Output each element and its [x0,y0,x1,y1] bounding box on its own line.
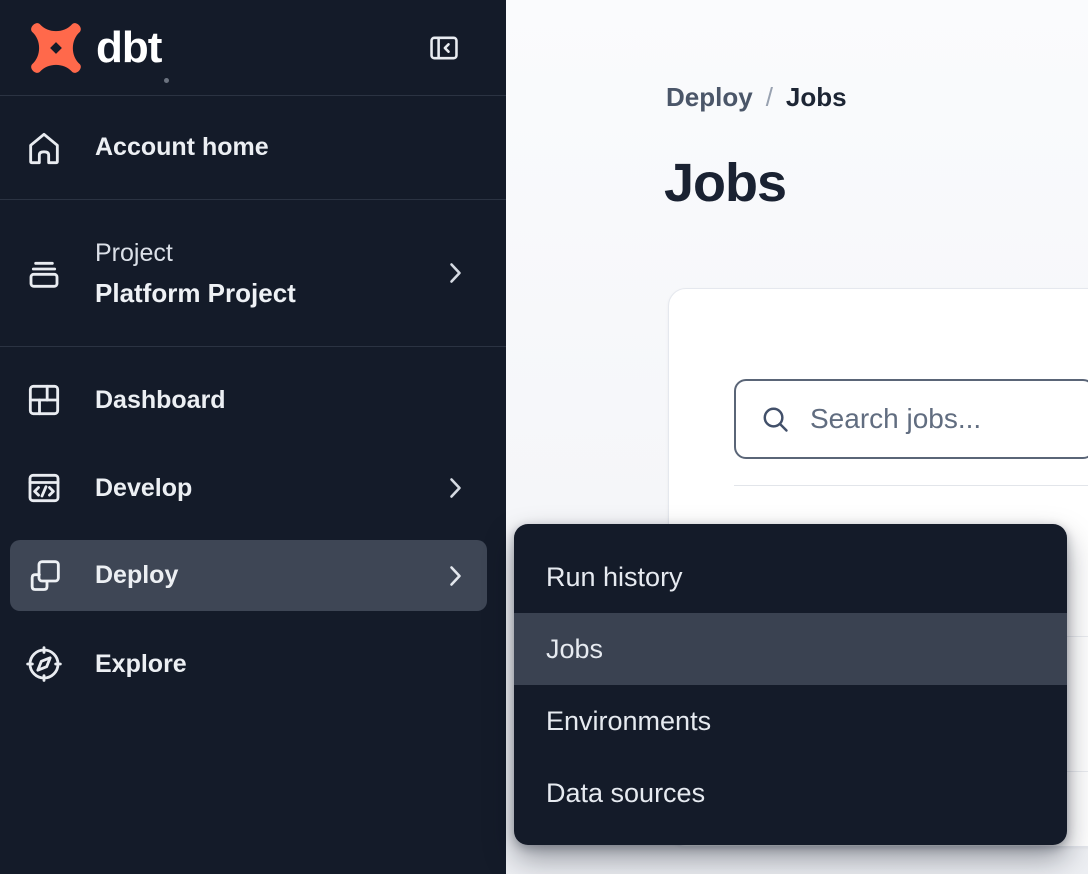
chevron-right-icon [449,477,462,499]
overlapping-squares-icon [24,556,64,596]
submenu-item-data-sources[interactable]: Data sources [514,757,1067,829]
logo-wordmark: dbt [96,26,161,70]
breadcrumb-separator: / [766,82,773,113]
table-top-divider [734,485,1088,486]
search-icon [760,404,791,435]
dashboard-grid-icon [24,380,64,420]
sidebar: dbt Account home Project Platform Projec… [0,0,506,874]
code-window-icon [24,468,64,508]
sidebar-item-label: Deploy [95,561,178,590]
page-title: Jobs [664,152,786,214]
submenu-item-environments[interactable]: Environments [514,685,1067,757]
submenu-item-jobs[interactable]: Jobs [514,613,1067,685]
sidebar-item-develop[interactable]: Develop [0,448,506,528]
breadcrumb: Deploy / Jobs [666,82,847,113]
search-jobs-container [734,379,1088,459]
chevron-right-icon [449,262,462,284]
project-text: Project Platform Project [95,233,296,313]
submenu-item-run-history[interactable]: Run history [514,541,1067,613]
sidebar-item-label: Account home [95,133,269,162]
dbt-logo-icon[interactable] [27,19,85,77]
project-name: Platform Project [95,273,296,313]
sidebar-item-label: Dashboard [95,386,226,415]
breadcrumb-current-jobs: Jobs [786,82,847,113]
home-icon [24,128,64,168]
sidebar-item-deploy[interactable]: Deploy [10,540,487,611]
logo-trademark-dot [164,78,169,83]
sidebar-header: dbt [0,0,506,96]
sidebar-item-account-home[interactable]: Account home [0,96,506,200]
compass-icon [24,644,64,684]
chevron-right-icon [449,565,462,587]
breadcrumb-deploy-link[interactable]: Deploy [666,82,753,113]
sidebar-item-explore[interactable]: Explore [0,624,506,704]
project-tray-icon [24,253,64,293]
sidebar-item-label: Develop [95,474,192,503]
collapse-sidebar-icon[interactable] [426,31,462,65]
deploy-submenu: Run history Jobs Environments Data sourc… [514,524,1067,845]
project-label: Project [95,233,296,273]
main-content: Deploy / Jobs Jobs Run history Jobs Envi… [506,0,1088,874]
sidebar-item-dashboard[interactable]: Dashboard [0,360,506,440]
sidebar-item-label: Explore [95,650,187,679]
search-jobs-input[interactable] [808,402,1088,436]
sidebar-item-project[interactable]: Project Platform Project [0,200,506,347]
